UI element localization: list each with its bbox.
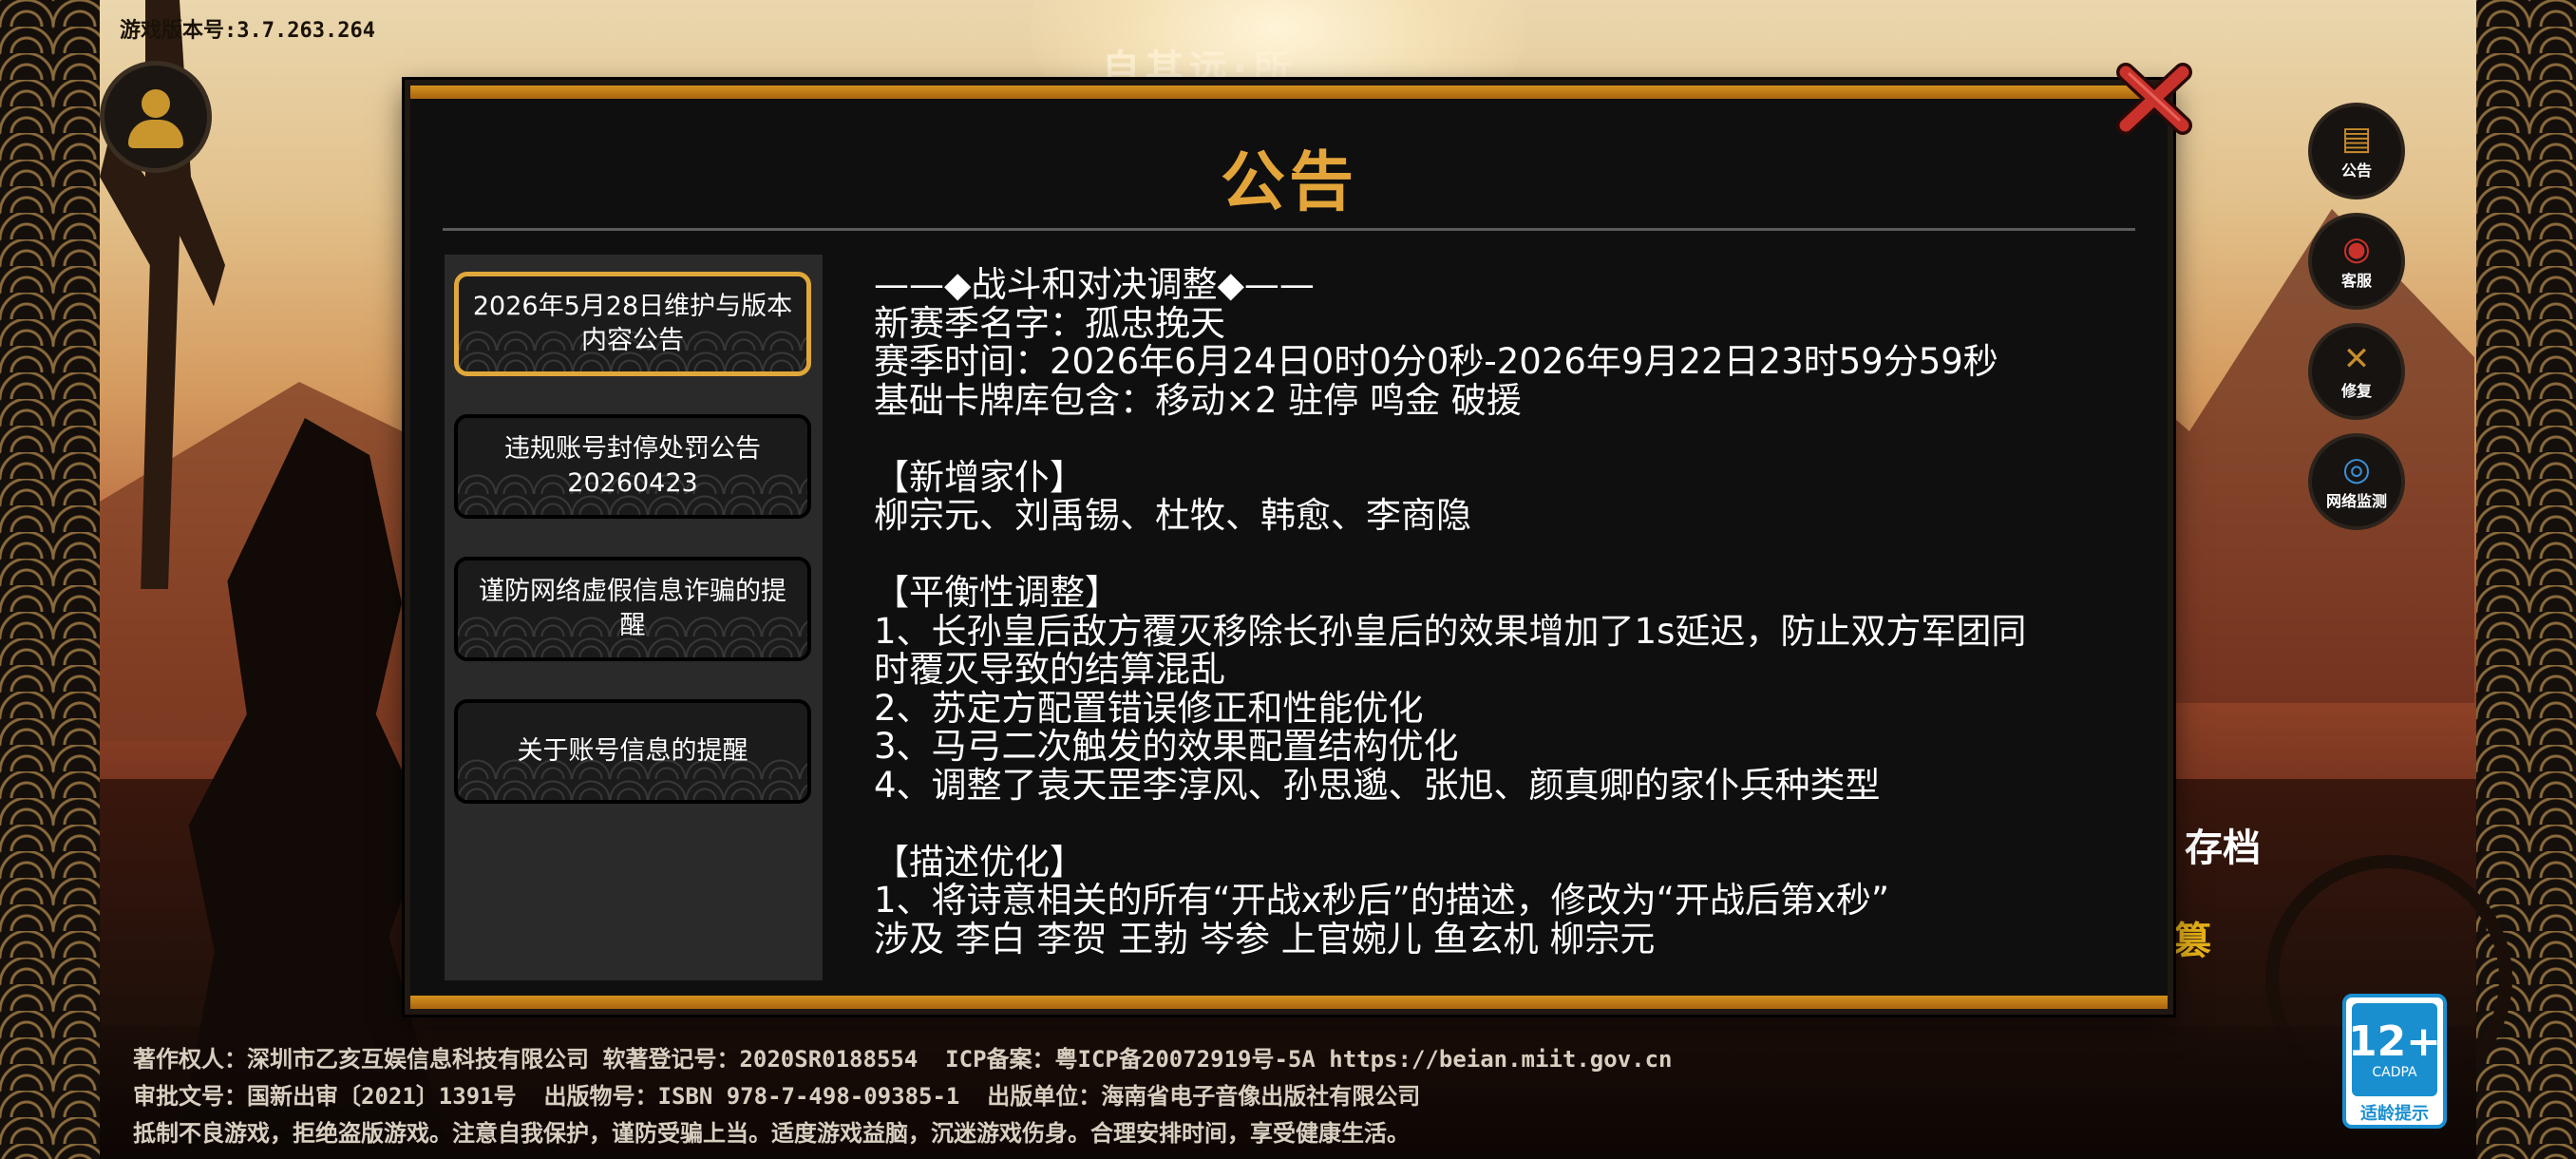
repair-label: 修复	[2340, 382, 2372, 400]
content-line: 【平衡性调整】	[874, 572, 1120, 613]
age-rating-inner: 12+ CADPA	[2348, 1003, 2441, 1096]
user-avatar-icon	[128, 84, 183, 150]
content-line: 【新增家仆】	[874, 456, 1085, 498]
announcement-modal: 公告 2026年5月28日维护与版本内容公告 违规账号封停处罚公告2026042…	[405, 80, 2173, 1015]
tab-label: 关于账号信息的提醒	[517, 736, 748, 766]
announcement-label: 公告	[2340, 162, 2372, 180]
left-border-pattern	[0, 0, 100, 1159]
content-line: 1、将诗意相关的所有“开战x秒后”的描述，修改为“开战后第x秒”	[874, 880, 1890, 921]
tab-label: 违规账号封停处罚公告20260423	[504, 434, 761, 498]
content-line: 基础卡牌库包含：移动×2 驻停 鸣金 破援	[874, 379, 1522, 421]
copyright-line: 著作权人：深圳市乙亥互娱信息科技有限公司 软著登记号：2020SR0188554…	[133, 1046, 1673, 1073]
customer-service-label: 客服	[2340, 272, 2372, 290]
content-line: 【描述优化】	[874, 841, 1085, 883]
close-button[interactable]	[2116, 63, 2192, 135]
repair-button[interactable]: ✕ 修复	[2308, 323, 2405, 420]
approval-line: 审批文号：国新出审〔2021〕1391号 出版物号：ISBN 978-7-498…	[133, 1083, 1421, 1110]
network-monitor-label: 网络监测	[2325, 492, 2387, 510]
content-line	[874, 420, 2137, 459]
announcement-content[interactable]: ——◆战斗和对决调整◆—— 新赛季名字：孤忠挽天 赛季时间：2026年6月24日…	[874, 264, 2137, 988]
age-tip: 适龄提示	[2360, 1104, 2429, 1124]
wifi-icon: ◎	[2342, 450, 2371, 488]
health-advice-line: 抵制不良游戏，拒绝盗版游戏。注意自我保护，谨防受骗上当。适度游戏益脑，沉迷游戏伤…	[133, 1120, 1410, 1147]
tab-fraud-warning[interactable]: 谨防网络虚假信息诈骗的提醒	[454, 557, 811, 661]
network-monitor-button[interactable]: ◎ 网络监测	[2308, 433, 2405, 530]
announcement-button[interactable]: ▤ 公告	[2308, 103, 2405, 200]
game-version: 游戏版本号:3.7.263.264	[120, 19, 375, 43]
content-line: 3、马弓二次触发的效果配置结构优化	[874, 726, 1459, 767]
content-line: 2、苏定方配置错误修正和性能优化	[874, 687, 1424, 729]
title-divider	[443, 228, 2135, 231]
background-save-text: 存档	[2185, 826, 2261, 870]
content-line	[874, 536, 2137, 575]
content-line: 赛季时间：2026年6月24日0时0分0秒-2026年9月22日23时59分59…	[874, 341, 1998, 382]
scroll-icon: ▤	[2340, 120, 2373, 158]
content-line: 时覆灭导致的结算混乱	[874, 649, 1225, 690]
content-line: 1、长孙皇后敌方覆灭移除长孙皇后的效果增加了1s延迟，防止双方军团同	[874, 610, 2027, 652]
age-org: CADPA	[2372, 1065, 2417, 1080]
content-line: 新赛季名字：孤忠挽天	[874, 302, 1225, 344]
modal-bottom-border	[410, 996, 2168, 1009]
modal-title: 公告	[1220, 145, 1357, 220]
tab-ban-announcement[interactable]: 违规账号封停处罚公告20260423	[454, 414, 811, 519]
content-line: 涉及 李白 李贺 王勃 岑参 上官婉儿 鱼玄机 柳宗元	[874, 918, 1656, 960]
modal-top-border	[410, 86, 2168, 99]
copyright-footer: 著作权人：深圳市乙亥互娱信息科技有限公司 软著登记号：2020SR0188554…	[133, 1041, 1673, 1152]
content-line: 4、调整了袁天罡李淳风、孙思邈、张旭、颜真卿的家仆兵种类型	[874, 764, 1881, 806]
side-menu: ▤ 公告 ◉ 客服 ✕ 修复 ◎ 网络监测	[2308, 103, 2407, 543]
avatar-button[interactable]	[100, 61, 212, 173]
tab-maintenance-announcement[interactable]: 2026年5月28日维护与版本内容公告	[454, 272, 811, 376]
tab-label: 2026年5月28日维护与版本内容公告	[472, 292, 793, 355]
content-line: ——◆战斗和对决调整◆——	[874, 264, 1315, 305]
tab-label: 谨防网络虚假信息诈骗的提醒	[479, 577, 786, 640]
announcement-tab-list: 2026年5月28日维护与版本内容公告 违规账号封停处罚公告20260423 谨…	[445, 255, 823, 980]
content-line	[874, 805, 2137, 844]
age-rating-badge[interactable]: 12+ CADPA 适龄提示	[2342, 994, 2447, 1129]
age-value: 12+	[2347, 1017, 2442, 1066]
customer-service-button[interactable]: ◉ 客服	[2308, 213, 2405, 310]
repair-tools-icon: ✕	[2342, 340, 2371, 378]
tab-account-info-reminder[interactable]: 关于账号信息的提醒	[454, 699, 811, 804]
background-glyph-text: 篡	[2173, 920, 2211, 963]
close-icon	[2116, 63, 2192, 135]
content-line: 柳宗元、刘禹锡、杜牧、韩愈、李商隐	[874, 495, 1471, 536]
customer-service-icon: ◉	[2342, 230, 2371, 268]
